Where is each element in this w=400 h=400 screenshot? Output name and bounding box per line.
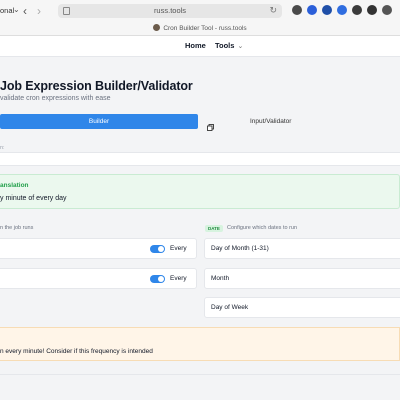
back-icon[interactable]: ‹ [23, 4, 27, 18]
toggle-knob [158, 276, 164, 282]
extension-icon[interactable] [307, 5, 317, 15]
day-of-month-field[interactable]: Day of Month (1-31) [204, 238, 400, 259]
month-field[interactable]: Month [204, 268, 400, 289]
day-of-week-field[interactable]: Day of Week [204, 297, 400, 318]
extension-icon[interactable] [292, 5, 302, 15]
site-nav: Home Tools ⌄ [0, 36, 400, 57]
every-toggle[interactable] [150, 275, 165, 283]
warning-text: n every minute! Consider if this frequen… [0, 348, 153, 355]
extension-icon[interactable] [337, 5, 347, 15]
url-text: russ.tools [153, 6, 187, 15]
toggle-knob [158, 246, 164, 252]
expression-label: n: [0, 145, 5, 151]
browser-toolbar: onal ⌄ ‹ › russ.tools ↻ Cron Builder Too… [0, 0, 400, 36]
extension-icon[interactable] [352, 5, 362, 15]
chevron-down-icon: ⌄ [237, 43, 244, 50]
frequency-warning: n every minute! Consider if this frequen… [0, 327, 400, 361]
reload-icon[interactable]: ↻ [269, 5, 277, 16]
translation-card: anslation y minute of every day [0, 174, 400, 209]
time-field-row[interactable]: Every [0, 268, 197, 289]
divider [0, 374, 400, 375]
translation-text: y minute of every day [0, 195, 67, 202]
page-title: Job Expression Builder/Validator [0, 79, 193, 93]
day-of-month-label: Day of Month (1-31) [211, 245, 269, 252]
nav-tools-label: Tools [215, 41, 235, 50]
date-section-hint: Configure which dates to run [227, 225, 298, 231]
extension-icon[interactable] [367, 5, 377, 15]
nav-home-link[interactable]: Home [185, 41, 206, 50]
nav-tools-menu[interactable]: Tools ⌄ [215, 41, 243, 50]
every-label: Every [170, 275, 187, 282]
browser-tab[interactable]: Cron Builder Tool - russ.tools [0, 22, 400, 36]
expression-field[interactable] [0, 152, 400, 166]
every-label: Every [170, 245, 187, 252]
month-label: Month [211, 275, 230, 282]
extension-icon[interactable] [322, 5, 332, 15]
date-badge: DATE [205, 225, 223, 232]
time-section-hint: n the job runs [0, 225, 34, 231]
time-field-row[interactable]: Every [0, 238, 197, 259]
every-toggle[interactable] [150, 245, 165, 253]
extension-icon[interactable] [382, 5, 392, 15]
favicon-icon [153, 24, 161, 31]
day-of-week-label: Day of Week [211, 304, 249, 311]
chevron-down-icon[interactable]: ⌄ [13, 5, 20, 14]
tab-title: Cron Builder Tool - russ.tools [163, 25, 247, 32]
page-subtitle: validate cron expressions with ease [0, 95, 111, 102]
translation-label: anslation [0, 182, 29, 189]
tab-input-validator[interactable]: Input/Validator [250, 118, 291, 125]
forward-icon[interactable]: › [37, 4, 41, 18]
copy-icon[interactable] [207, 118, 214, 136]
address-bar[interactable]: russ.tools ↻ [58, 4, 282, 18]
tab-builder[interactable]: Builder [0, 114, 198, 129]
